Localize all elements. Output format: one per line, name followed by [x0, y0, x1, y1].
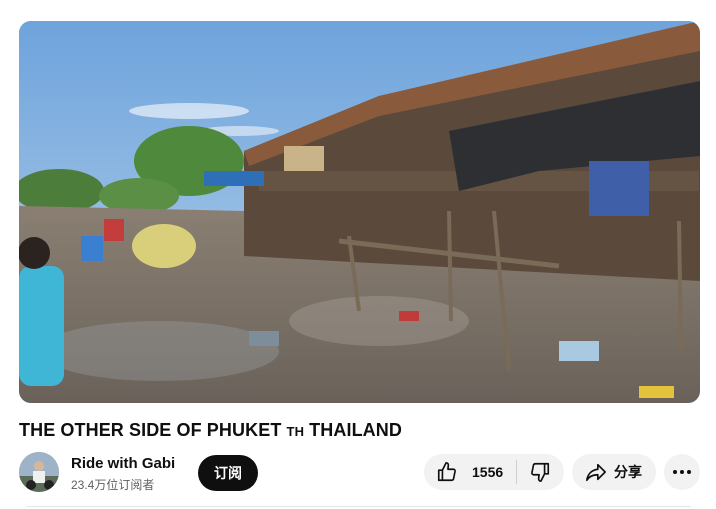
- like-dislike-group: 1556: [424, 454, 564, 490]
- video-frame: [19, 21, 700, 403]
- channel-avatar[interactable]: [19, 452, 59, 492]
- video-title: THE OTHER SIDE OF PHUKET TH THAILAND: [19, 420, 402, 441]
- like-count: 1556: [472, 464, 504, 480]
- more-actions-button[interactable]: [664, 454, 700, 490]
- channel-name[interactable]: Ride with Gabi: [71, 455, 175, 472]
- avatar-image: [19, 452, 59, 492]
- section-divider: [27, 506, 691, 507]
- subscribe-button[interactable]: 订阅: [198, 455, 258, 491]
- subscriber-count: 23.4万位订阅者: [71, 478, 155, 492]
- like-button[interactable]: 1556: [424, 454, 516, 490]
- title-flag-text: TH: [286, 424, 305, 439]
- thumbs-up-icon: [437, 462, 456, 482]
- more-horizontal-icon: [673, 470, 691, 474]
- thumbs-down-icon: [531, 462, 550, 482]
- video-player[interactable]: [19, 21, 700, 403]
- dislike-button[interactable]: [516, 454, 564, 490]
- share-label: 分享: [614, 464, 642, 480]
- share-arrow-icon: [586, 463, 606, 482]
- share-button[interactable]: 分享: [572, 454, 656, 490]
- video-title-main: THE OTHER SIDE OF PHUKET: [19, 420, 282, 440]
- video-title-end: THAILAND: [309, 420, 402, 440]
